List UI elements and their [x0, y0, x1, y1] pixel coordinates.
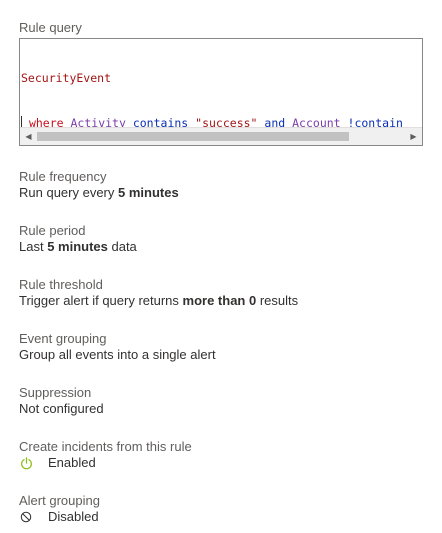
rule-frequency-label: Rule frequency [19, 169, 107, 184]
blocked-icon [19, 510, 33, 524]
suppression-value: Not configured [19, 401, 104, 416]
create-incidents-label: Create incidents from this rule [19, 439, 192, 454]
rule-threshold-prefix: Trigger alert if query returns [19, 293, 183, 308]
alert-grouping-section: Alert grouping Disabled [19, 493, 423, 525]
rule-threshold-value: Trigger alert if query returns more than… [19, 293, 423, 309]
query-table-name: SecurityEvent [21, 71, 112, 85]
create-incidents-section: Create incidents from this rule Enabled [19, 439, 423, 471]
horizontal-scrollbar[interactable]: ◀ ▶ [20, 127, 422, 145]
power-icon [19, 456, 33, 470]
rule-threshold-label: Rule threshold [19, 277, 103, 292]
rule-threshold-section: Rule threshold Trigger alert if query re… [19, 277, 423, 309]
event-grouping-label: Event grouping [19, 331, 107, 346]
suppression-section: Suppression Not configured [19, 385, 423, 417]
rule-threshold-amount: more than 0 [182, 293, 257, 308]
rule-period-value: Last 5 minutes data [19, 239, 423, 255]
rule-frequency-value: Run query every 5 minutes [19, 185, 423, 201]
suppression-label: Suppression [19, 385, 92, 400]
rule-period-section: Rule period Last 5 minutes data [19, 223, 423, 255]
event-grouping-section: Event grouping Group all events into a s… [19, 331, 423, 363]
alert-grouping-status: Disabled [19, 509, 423, 525]
analytics-rule-summary: Rule query SecurityEvent where Activity … [19, 20, 423, 525]
rule-period-suffix: data [107, 239, 137, 254]
create-incidents-value: Enabled [48, 455, 96, 470]
query-line-1: SecurityEvent [21, 71, 403, 86]
rule-period-amount: 5 minutes [47, 239, 108, 254]
scrollbar-thumb[interactable] [37, 132, 349, 141]
rule-period-prefix: Last [19, 239, 48, 254]
rule-frequency-prefix: Run query every [19, 185, 118, 200]
rule-query-editor[interactable]: SecurityEvent where Activity contains "s… [19, 38, 423, 146]
create-incidents-status: Enabled [19, 455, 423, 471]
rule-frequency-amount: 5 minutes [118, 185, 179, 200]
rule-query-label: Rule query [19, 20, 82, 35]
rule-threshold-suffix: results [256, 293, 299, 308]
rule-query-section: Rule query SecurityEvent where Activity … [19, 20, 423, 146]
alert-grouping-label: Alert grouping [19, 493, 100, 508]
alert-grouping-value: Disabled [48, 509, 99, 524]
event-grouping-value: Group all events into a single alert [19, 347, 216, 362]
scroll-left-icon[interactable]: ◀ [20, 128, 37, 145]
rule-frequency-section: Rule frequency Run query every 5 minutes [19, 169, 423, 201]
rule-period-label: Rule period [19, 223, 86, 238]
scroll-right-icon[interactable]: ▶ [405, 128, 422, 145]
